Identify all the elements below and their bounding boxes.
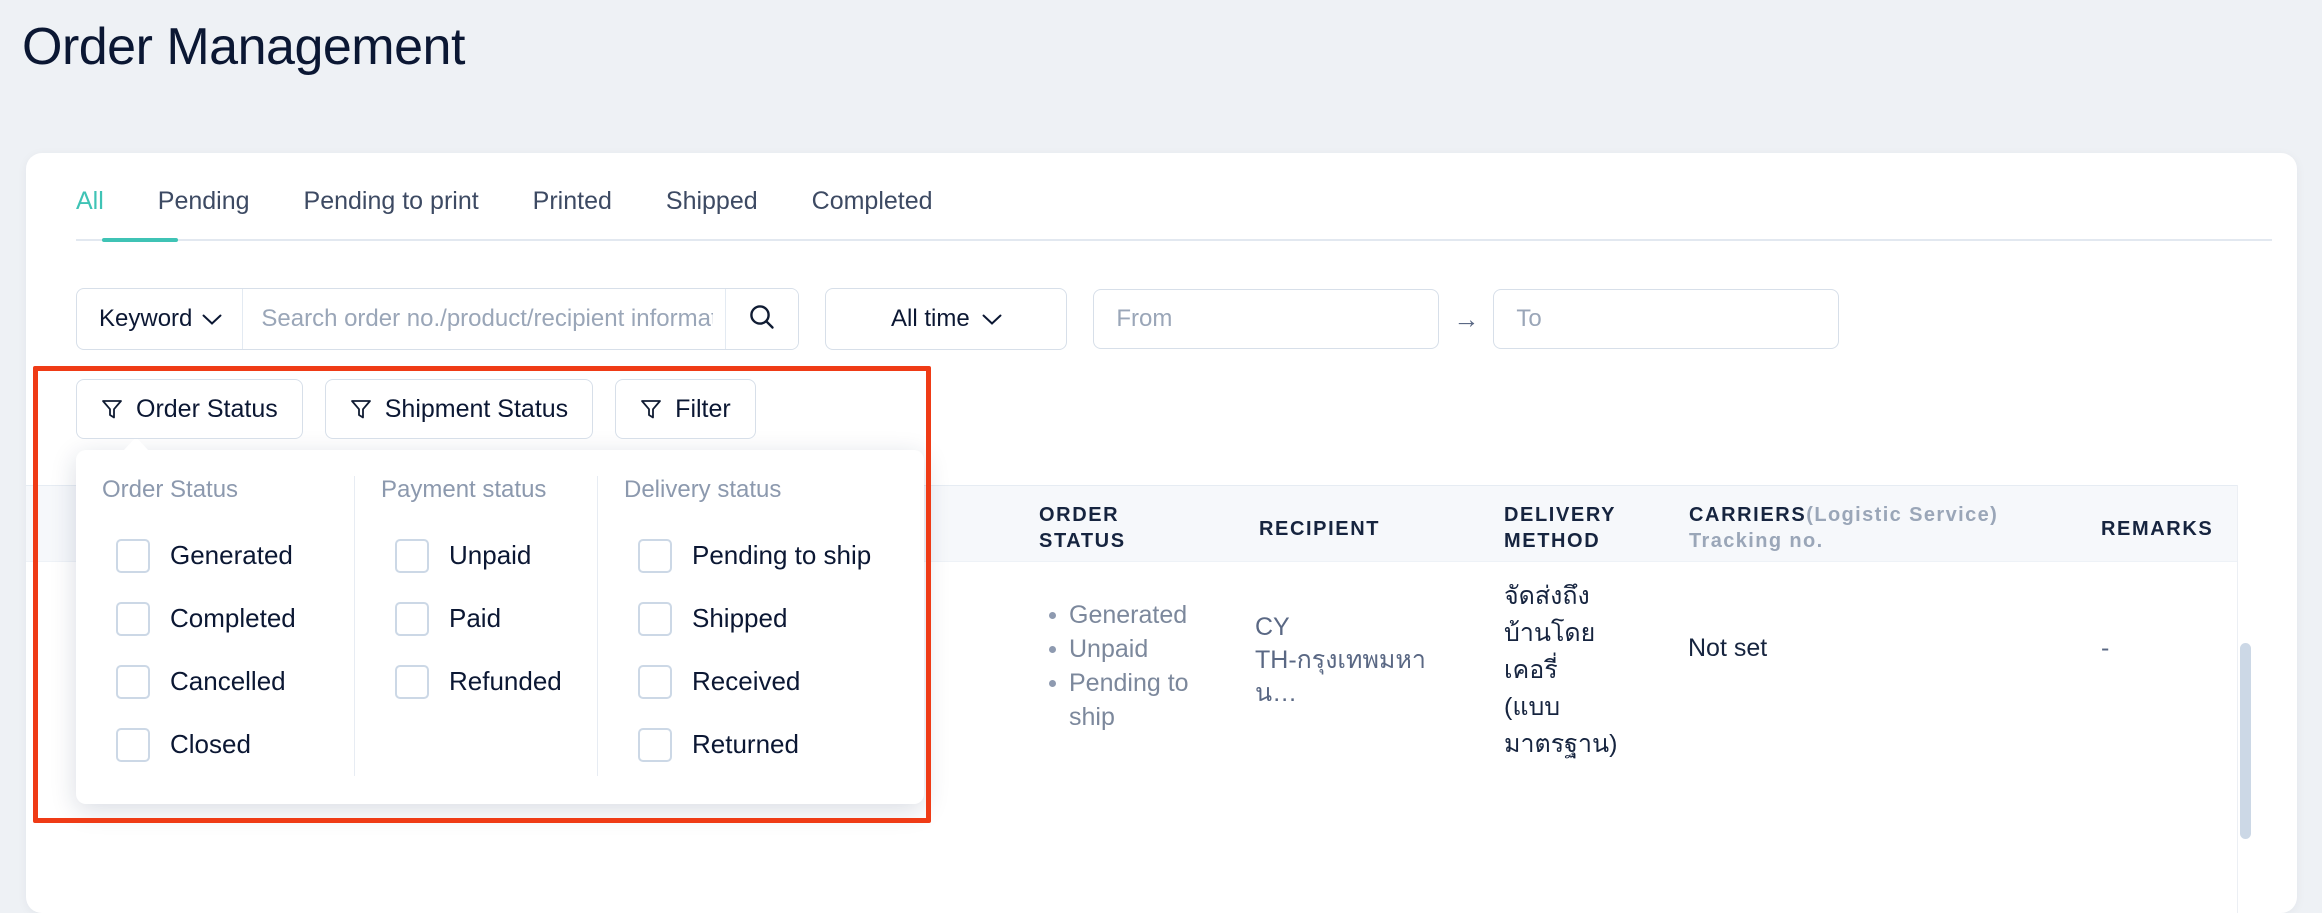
recipient-address: TH-กรุงเทพมหาน… (1255, 646, 1426, 707)
checkbox-row-pending-to-ship[interactable]: Pending to ship (624, 524, 924, 587)
checkbox-returned[interactable] (638, 727, 672, 762)
checkbox-cancelled[interactable] (116, 664, 150, 699)
column-header-order-status: ORDER STATUS (1039, 504, 1126, 552)
checkbox-label-returned: Returned (692, 729, 799, 759)
keyword-type-label: Keyword (99, 305, 193, 332)
column-header-delivery-method: DELIVERY METHOD (1504, 504, 1617, 552)
checkbox-refunded[interactable] (395, 664, 429, 699)
checkbox-row-returned[interactable]: Returned (624, 713, 924, 776)
cell-recipient: CY TH-กรุงเทพมหาน… (1255, 611, 1445, 710)
tab-pending-to-print[interactable]: Pending to print (304, 186, 479, 242)
tab-shipped[interactable]: Shipped (666, 186, 758, 242)
orders-card: All Pending Pending to print Printed Shi… (26, 153, 2297, 913)
checkbox-label-cancelled: Cancelled (170, 666, 286, 696)
column-header-remarks: REMARKS (2101, 518, 2214, 540)
order-status-filter-label: Order Status (136, 394, 278, 423)
tab-completed[interactable]: Completed (812, 186, 933, 242)
checkbox-unpaid[interactable] (395, 538, 429, 573)
checkbox-row-generated[interactable]: Generated (102, 524, 354, 587)
checkbox-row-cancelled[interactable]: Cancelled (102, 650, 354, 713)
tab-pending[interactable]: Pending (158, 186, 250, 242)
checkbox-generated[interactable] (116, 538, 150, 573)
dropdown-title-order-status: Order Status (102, 476, 239, 503)
funnel-icon (101, 398, 123, 420)
dropdown-caret (123, 437, 149, 451)
keyword-type-select[interactable]: Keyword (77, 289, 244, 349)
cell-remarks: - (2101, 634, 2110, 662)
status-generated: Generated (1047, 598, 1197, 632)
checkbox-label-generated: Generated (170, 540, 293, 570)
checkbox-row-closed[interactable]: Closed (102, 713, 354, 776)
checkbox-received[interactable] (638, 664, 672, 699)
checkbox-label-received: Received (692, 666, 801, 696)
checkbox-row-received[interactable]: Received (624, 650, 924, 713)
filter-button[interactable]: Filter (615, 379, 756, 439)
cell-carrier: Not set (1688, 634, 1768, 662)
order-status-filter-button[interactable]: Order Status (76, 379, 303, 439)
order-status-dropdown-panel: Order Status Generated Completed Cancell… (76, 437, 924, 804)
date-to-input[interactable] (1493, 289, 1840, 349)
checkbox-closed[interactable] (116, 727, 150, 762)
vertical-scrollbar-thumb[interactable] (2240, 643, 2251, 839)
checkbox-label-unpaid: Unpaid (449, 540, 532, 570)
checkbox-label-shipped: Shipped (692, 603, 788, 633)
checkbox-label-refunded: Refunded (449, 666, 562, 696)
checkbox-row-unpaid[interactable]: Unpaid (381, 524, 597, 587)
time-range-select[interactable]: All time (825, 288, 1068, 350)
dropdown-column-order-status: Order Status Generated Completed Cancell… (76, 476, 354, 776)
column-header-recipient: RECIPIENT (1259, 518, 1381, 540)
checkbox-row-paid[interactable]: Paid (381, 587, 597, 650)
checkbox-pending-to-ship[interactable] (638, 538, 672, 573)
time-range-label: All time (891, 305, 970, 332)
tab-bar: All Pending Pending to print Printed Shi… (76, 176, 933, 242)
chevron-down-icon (202, 305, 222, 333)
checkbox-row-completed[interactable]: Completed (102, 587, 354, 650)
date-range-arrow-icon: → (1453, 304, 1480, 334)
recipient-name: CY (1255, 613, 1290, 641)
checkbox-row-shipped[interactable]: Shipped (624, 587, 924, 650)
dropdown-column-delivery-status: Delivery status Pending to ship Shipped … (597, 476, 924, 776)
tab-all[interactable]: All (76, 186, 104, 242)
filter-toolbar: Order Status Shipment Status Filter (76, 379, 778, 439)
carriers-main-label: CARRIERS (1689, 504, 1807, 526)
checkbox-label-closed: Closed (170, 729, 251, 759)
checkbox-label-pending-to-ship: Pending to ship (692, 540, 872, 570)
dropdown-columns: Order Status Generated Completed Cancell… (76, 476, 924, 776)
checkbox-label-completed: Completed (170, 603, 296, 633)
status-pending-to-ship: Pending to ship (1047, 666, 1197, 734)
shipment-status-filter-button[interactable]: Shipment Status (324, 379, 594, 439)
chevron-down-icon (982, 305, 1002, 333)
search-input[interactable] (243, 289, 726, 349)
checkbox-row-refunded[interactable]: Refunded (381, 650, 597, 713)
cell-order-status: Generated Unpaid Pending to ship (1047, 598, 1197, 734)
checkbox-shipped[interactable] (638, 601, 672, 636)
tab-active-indicator (102, 238, 178, 242)
carriers-sub-label: (Logistic Service) (1806, 504, 1999, 526)
cell-delivery-method: จัดส่งถึงบ้านโดยเคอรี่ (แบบมาตรฐาน) (1504, 582, 1618, 758)
checkbox-paid[interactable] (395, 601, 429, 636)
dropdown-title-delivery-status: Delivery status (624, 476, 782, 503)
search-icon (746, 301, 778, 338)
search-toolbar: Keyword All time (76, 288, 1840, 350)
tab-bar-divider (76, 239, 2272, 241)
column-header-carriers: CARRIERS(Logistic Service) Tracking no. (1689, 502, 2049, 554)
funnel-icon (640, 398, 662, 420)
status-unpaid: Unpaid (1047, 632, 1197, 666)
dropdown-column-payment-status: Payment status Unpaid Paid Refunded (354, 476, 597, 776)
tracking-no-label: Tracking no. (1689, 530, 1824, 552)
search-button[interactable] (725, 289, 799, 349)
checkbox-completed[interactable] (116, 601, 150, 636)
dropdown-title-payment-status: Payment status (381, 476, 547, 503)
keyword-search-group: Keyword (76, 288, 800, 350)
date-from-input[interactable] (1093, 289, 1440, 349)
tab-printed[interactable]: Printed (533, 186, 612, 242)
funnel-icon (350, 398, 372, 420)
page-title: Order Management (22, 18, 465, 76)
checkbox-label-paid: Paid (449, 603, 502, 633)
filter-button-label: Filter (675, 394, 731, 423)
shipment-status-filter-label: Shipment Status (384, 394, 569, 423)
